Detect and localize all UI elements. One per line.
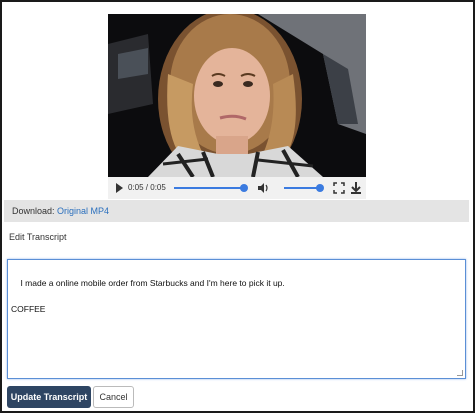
transcript-text: I made a online mobile order from Starbu… <box>11 278 285 314</box>
video-frame-image <box>108 14 366 177</box>
seek-bar[interactable] <box>174 187 244 189</box>
update-transcript-button[interactable]: Update Transcript <box>7 386 91 408</box>
time-display: 0:05 / 0:05 <box>128 183 166 192</box>
cancel-button[interactable]: Cancel <box>93 386 134 408</box>
transcript-textarea[interactable]: I made a online mobile order from Starbu… <box>7 259 466 379</box>
original-mp4-link[interactable]: Original MP4 <box>57 206 109 216</box>
volume-handle[interactable] <box>316 184 324 192</box>
download-label: Download: <box>12 206 58 216</box>
page-frame: 0:05 / 0:05 Download: Original MP4 Edit … <box>0 0 475 413</box>
edit-transcript-label: Edit Transcript <box>9 232 67 242</box>
download-bar: Download: Original MP4 <box>4 200 469 222</box>
video-controls: 0:05 / 0:05 <box>108 177 366 199</box>
resize-handle-icon[interactable] <box>457 370 463 376</box>
video-player[interactable] <box>108 14 366 177</box>
seek-handle[interactable] <box>240 184 248 192</box>
fullscreen-icon[interactable] <box>333 182 345 194</box>
speaker-icon[interactable] <box>256 181 270 195</box>
download-icon[interactable] <box>350 181 362 195</box>
volume-slider[interactable] <box>284 187 320 189</box>
play-icon[interactable] <box>116 183 123 193</box>
